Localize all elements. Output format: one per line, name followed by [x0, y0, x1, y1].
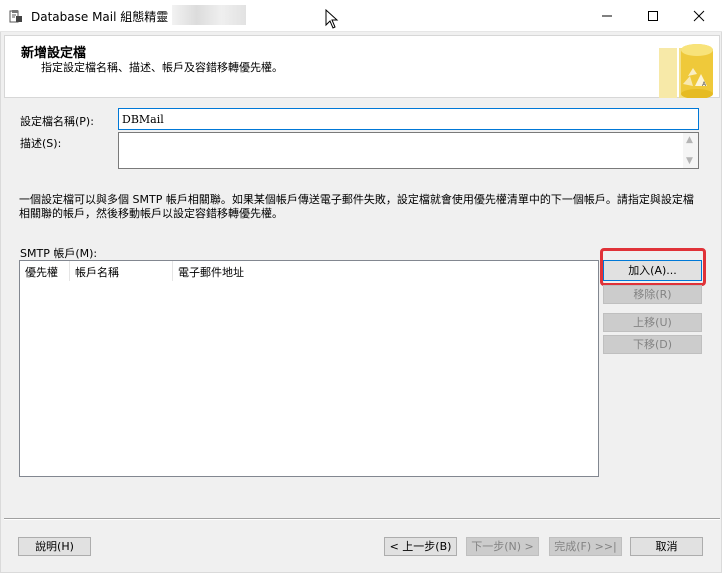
highlight-box — [600, 248, 706, 286]
back-button[interactable]: < 上一步(B) — [384, 537, 457, 556]
close-icon — [693, 10, 705, 22]
column-priority[interactable]: 優先權 — [20, 261, 70, 281]
column-account-name[interactable]: 帳戶名稱 — [70, 261, 173, 281]
description-input[interactable] — [118, 132, 699, 169]
title-bar[interactable]: Database Mail 組態精靈 - — [0, 0, 722, 32]
help-button[interactable]: 說明(H) — [18, 537, 91, 556]
description-container: ▲ ▼ — [118, 132, 699, 169]
wizard-header: 新增設定檔 指定設定檔名稱、描述、帳戶及容錯移轉優先權。 A — [4, 35, 720, 98]
remove-account-button[interactable]: 移除(R) — [603, 285, 702, 304]
maximize-button[interactable] — [630, 0, 676, 32]
mouse-cursor-icon — [325, 9, 339, 29]
smtp-accounts-label: SMTP 帳戶(M): — [20, 247, 98, 260]
footer-separator — [4, 518, 720, 520]
description-label: 描述(S): — [20, 137, 62, 150]
profile-name-label: 設定檔名稱(P): — [20, 115, 94, 128]
next-button[interactable]: 下一步(N) > — [466, 537, 539, 556]
database-mail-icon — [9, 10, 22, 23]
move-up-button[interactable]: 上移(U) — [603, 313, 702, 332]
window-title: Database Mail 組態精靈 - — [31, 10, 177, 24]
maximize-icon — [648, 11, 658, 21]
database-banner-icon: A — [659, 44, 713, 98]
smtp-accounts-list[interactable]: 優先權 帳戶名稱 電子郵件地址 — [19, 260, 599, 477]
move-down-button[interactable]: 下移(D) — [603, 335, 702, 354]
redacted-server-name — [172, 5, 246, 25]
minimize-icon — [602, 15, 612, 17]
scroll-up-icon[interactable]: ▲ — [686, 135, 693, 145]
close-button[interactable] — [676, 0, 722, 32]
minimize-button[interactable] — [584, 0, 630, 32]
finish-button[interactable]: 完成(F) >>| — [549, 537, 622, 556]
description-scrollbar[interactable]: ▲ ▼ — [683, 133, 698, 168]
column-email-address[interactable]: 電子郵件地址 — [173, 261, 303, 281]
accounts-info-text: 一個設定檔可以與多個 SMTP 帳戶相關聯。如果某個帳戶傳送電子郵件失敗，設定檔… — [19, 193, 694, 220]
list-header: 優先權 帳戶名稱 電子郵件地址 — [20, 261, 598, 281]
cancel-button[interactable]: 取消 — [630, 537, 703, 556]
page-subtitle: 指定設定檔名稱、描述、帳戶及容錯移轉優先權。 — [41, 61, 283, 74]
profile-name-input[interactable] — [118, 108, 699, 130]
scroll-down-icon[interactable]: ▼ — [686, 156, 693, 166]
